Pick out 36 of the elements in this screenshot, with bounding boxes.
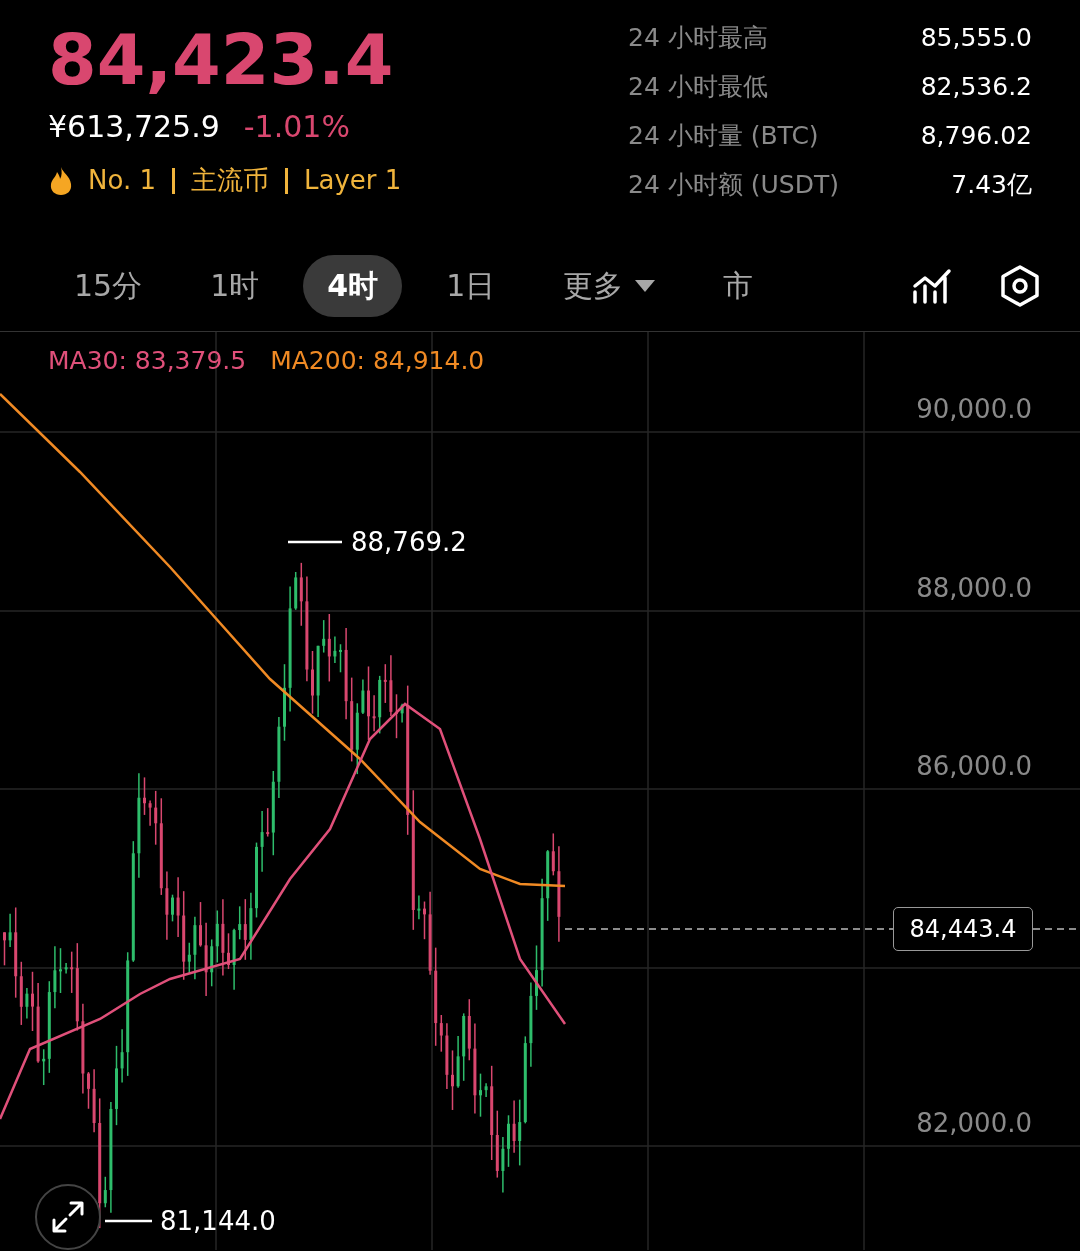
low-marker-line <box>105 1219 152 1223</box>
caret-down-icon <box>635 279 656 292</box>
stat-label: 24 小时量 (BTC) <box>628 120 819 152</box>
indicator-chart-icon[interactable] <box>912 267 952 304</box>
last-price: 84,423.4 <box>48 18 395 102</box>
high-marker-line <box>288 540 342 544</box>
stat-value: 7.43亿 <box>951 169 1032 201</box>
settings-icon[interactable] <box>1000 263 1040 308</box>
low-price-label: 81,144.0 <box>160 1206 276 1236</box>
y-axis-label: 88,000.0 <box>916 573 1032 603</box>
y-axis-label: 90,000.0 <box>916 394 1032 424</box>
high-price-label: 88,769.2 <box>351 527 467 557</box>
stat-value: 85,555.0 <box>920 22 1032 54</box>
last-price-tag: 84,443.4 <box>893 907 1033 951</box>
stat-value: 82,536.2 <box>920 71 1032 103</box>
price-cny: ¥613,725.9 <box>48 108 220 146</box>
timeframe-tab[interactable]: 4时 <box>303 254 403 317</box>
y-axis-label: 86,000.0 <box>916 751 1032 781</box>
price-change: -1.01% <box>243 108 350 146</box>
stat-label: 24 小时最高 <box>628 22 768 54</box>
timeframe-tab[interactable]: 15分 <box>50 254 167 317</box>
ma-legend: MA30: 83,379.5 <box>48 342 247 380</box>
stat-label: 24 小时额 (USDT) <box>628 169 839 201</box>
timeframe-tab[interactable]: 市 <box>699 254 778 317</box>
stat-label: 24 小时最低 <box>628 71 768 103</box>
y-axis-label: 82,000.0 <box>916 1108 1032 1138</box>
stat-value: 8,796.02 <box>920 120 1032 152</box>
ma-legend: MA200: 84,914.0 <box>270 342 485 380</box>
timeframe-tab[interactable]: 1日 <box>422 254 520 317</box>
coin-tag[interactable]: No. 1 <box>88 161 156 200</box>
timeframe-tab[interactable]: 1时 <box>186 254 284 317</box>
fire-icon <box>48 165 74 196</box>
expand-icon <box>51 1200 85 1234</box>
coin-tag[interactable]: Layer 1 <box>304 161 402 200</box>
coin-tag[interactable]: 主流币 <box>191 161 269 200</box>
timeframe-tab[interactable]: 更多 <box>539 254 680 317</box>
